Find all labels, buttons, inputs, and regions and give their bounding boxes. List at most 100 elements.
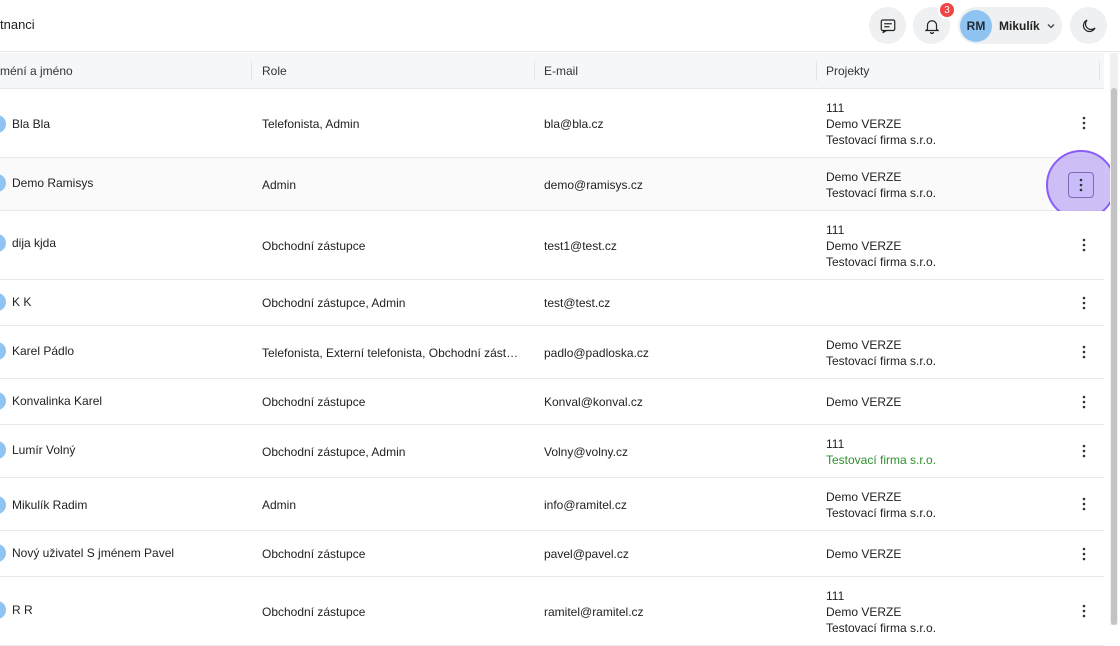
row-actions-button[interactable] <box>1046 150 1116 220</box>
messages-button[interactable] <box>869 7 906 44</box>
more-vertical-icon <box>1082 547 1086 561</box>
column-divider <box>816 61 817 81</box>
row-actions-button[interactable] <box>1074 601 1094 621</box>
project-item: Testovací firma s.r.o. <box>826 132 937 147</box>
avatar <box>0 293 6 311</box>
moon-icon <box>1082 18 1096 32</box>
column-header-email[interactable]: E-mail <box>544 53 578 89</box>
project-item: Demo VERZE <box>826 604 902 619</box>
column-divider <box>1099 61 1100 81</box>
more-vertical-icon <box>1082 497 1086 511</box>
scrollbar-thumb[interactable] <box>1111 88 1117 625</box>
more-vertical-icon <box>1082 238 1086 252</box>
email-cell: pavel@pavel.cz <box>544 547 629 561</box>
row-actions-button[interactable] <box>1074 494 1094 514</box>
avatar <box>0 392 6 410</box>
projects-cell: 111 Demo VERZE Testovací firma s.r.o. <box>826 211 936 280</box>
role-cell: Obchodní zástupce <box>262 547 366 561</box>
projects-cell: 111 Testovací firma s.r.o. <box>826 425 936 478</box>
email-cell: bla@bla.cz <box>544 116 604 131</box>
table-row[interactable]: Lumír Volný Obchodní zástupce, Admin Vol… <box>0 425 1104 478</box>
avatar <box>0 441 6 459</box>
project-item: Demo VERZE <box>826 547 902 561</box>
table-row[interactable]: Nový uživatel S jménem Pavel Obchodní zá… <box>0 531 1104 577</box>
chevron-down-icon <box>1047 23 1055 28</box>
role-cell: Obchodní zástupce <box>262 238 366 253</box>
role-cell: Admin <box>262 497 297 512</box>
table-row[interactable]: Demo Ramisys Admin demo@ramisys.cz Demo … <box>0 150 1116 220</box>
table-header: méní a jméno Role E-mail Projekty <box>0 53 1104 89</box>
column-divider <box>251 61 252 81</box>
project-item: Demo VERZE <box>826 337 902 352</box>
role-cell: Obchodní zástupce, Admin <box>262 444 406 459</box>
user-menu[interactable]: RM Mikulík <box>958 7 1062 44</box>
more-vertical-icon <box>1082 604 1086 618</box>
email-cell: test1@test.cz <box>544 238 617 253</box>
table-row[interactable]: K K Obchodní zástupce, Admin test@test.c… <box>0 280 1104 326</box>
projects-cell: Demo VERZE Testovací firma s.r.o. <box>826 326 936 379</box>
table-row[interactable]: Bla Bla Telefonista, Admin bla@bla.cz 11… <box>0 89 1104 158</box>
project-item: Demo VERZE <box>826 395 902 409</box>
user-name-cell: R R <box>12 603 33 617</box>
user-name-cell: Bla Bla <box>12 116 51 131</box>
user-name-cell: Mikulík Radim <box>12 497 88 512</box>
user-name-cell: dija kjda <box>12 236 57 250</box>
avatar <box>0 342 6 360</box>
avatar <box>0 495 6 514</box>
user-name: Mikulík <box>999 18 1040 33</box>
user-name-cell: Lumír Volný <box>12 443 76 457</box>
more-vertical-icon <box>1082 116 1086 130</box>
theme-toggle-button[interactable] <box>1070 7 1107 44</box>
project-item: Testovací firma s.r.o. <box>826 254 937 269</box>
project-item: Demo VERZE <box>826 238 902 253</box>
projects-cell: 111 Demo VERZE Testovací firma s.r.o. <box>826 577 936 646</box>
email-cell: test@test.cz <box>544 296 611 310</box>
table-row[interactable]: Mikulík Radim Admin info@ramitel.cz Demo… <box>0 478 1104 531</box>
email-cell: Volny@volny.cz <box>544 444 628 459</box>
table-row[interactable]: Konvalinka Karel Obchodní zástupce Konva… <box>0 379 1104 425</box>
row-actions-button[interactable] <box>1074 235 1094 255</box>
row-actions-button[interactable] <box>1074 113 1094 133</box>
row-actions-button[interactable] <box>1074 392 1094 412</box>
avatar <box>0 544 6 562</box>
more-vertical-icon <box>1082 395 1086 409</box>
avatar <box>0 601 6 619</box>
project-item: 111 <box>826 100 845 115</box>
projects-cell: 111 Demo VERZE Testovací firma s.r.o. <box>826 89 936 158</box>
row-actions-button[interactable] <box>1074 293 1094 313</box>
table-row[interactable]: Karel Pádlo Telefonista, Externí telefon… <box>0 326 1104 379</box>
row-actions-button[interactable] <box>1074 342 1094 362</box>
notifications-button[interactable]: 3 <box>913 1 956 44</box>
projects-cell: Demo VERZE <box>826 531 901 577</box>
avatar <box>0 114 6 133</box>
role-cell: Obchodní zástupce, Admin <box>262 296 406 310</box>
role-cell: Telefonista, Externí telefonista, Obchod… <box>262 345 519 360</box>
chat-icon <box>880 18 895 33</box>
project-item: Testovací firma s.r.o. <box>826 452 937 467</box>
role-cell: Admin <box>262 177 297 192</box>
column-divider <box>534 61 535 81</box>
project-item: Demo VERZE <box>826 116 902 131</box>
user-name-cell: Karel Pádlo <box>12 344 75 358</box>
column-header-projects[interactable]: Projekty <box>826 53 869 89</box>
notification-badge: 3 <box>938 1 956 19</box>
column-header-role[interactable]: Role <box>262 53 287 89</box>
column-header-name[interactable]: méní a jméno <box>0 53 73 89</box>
row-actions-focus-ring <box>1068 172 1094 198</box>
projects-cell: Demo VERZE Testovací firma s.r.o. <box>826 478 936 531</box>
email-cell: demo@ramisys.cz <box>544 177 643 192</box>
avatar: RM <box>960 9 992 42</box>
projects-cell: Demo VERZE Testovací firma s.r.o. <box>826 158 936 211</box>
user-name-cell: K K <box>12 295 32 309</box>
table-row[interactable]: dija kjda Obchodní zástupce test1@test.c… <box>0 211 1104 280</box>
row-actions-button[interactable] <box>1074 544 1094 564</box>
table-row[interactable]: R R Obchodní zástupce ramitel@ramitel.cz… <box>0 577 1104 646</box>
row-actions-button[interactable] <box>1074 441 1094 461</box>
more-vertical-icon <box>1082 345 1086 359</box>
projects-cell: Demo VERZE <box>826 379 901 425</box>
table-body: Bla Bla Telefonista, Admin bla@bla.cz 11… <box>0 89 1116 646</box>
project-item: 111 <box>826 436 845 451</box>
role-cell: Telefonista, Admin <box>262 116 360 131</box>
project-item: Testovací firma s.r.o. <box>826 185 937 200</box>
bell-icon <box>924 19 939 34</box>
